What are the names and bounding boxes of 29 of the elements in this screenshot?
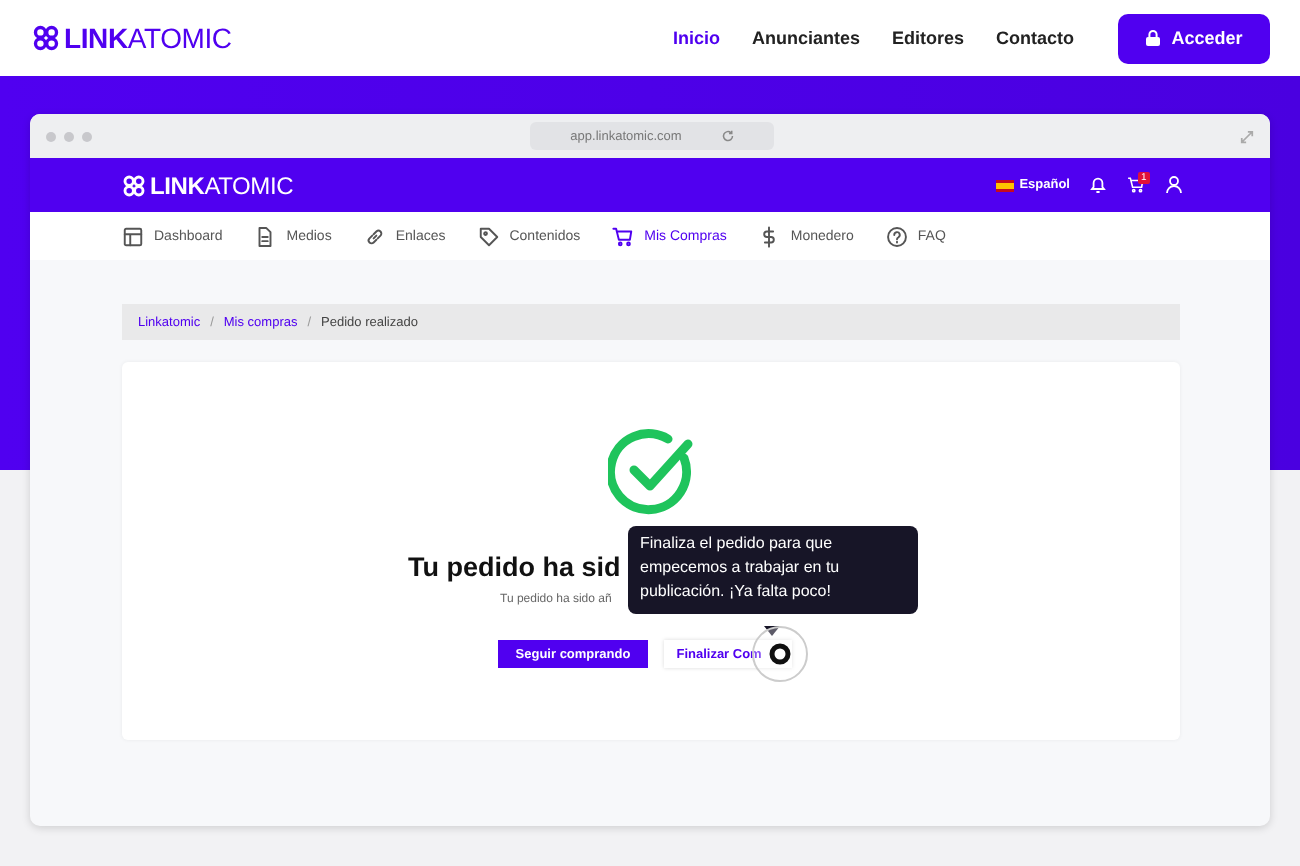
logo-icon: [32, 24, 60, 52]
confirmation-heading: Tu pedido ha sid: [408, 552, 621, 582]
check-circle-icon: [607, 428, 695, 516]
document-icon: [254, 225, 277, 247]
window-dot: [64, 131, 74, 141]
cart-icon: [612, 225, 635, 247]
tag-icon: [477, 225, 500, 247]
flag-icon: [995, 179, 1014, 191]
dollar-icon: [758, 225, 781, 247]
nav-link[interactable]: Editores: [891, 28, 964, 48]
tooltip-arrow: [764, 626, 780, 636]
window-dot: [82, 131, 92, 141]
link-icon: [363, 225, 386, 247]
login-button[interactable]: Acceder: [1118, 13, 1270, 63]
bell-icon[interactable]: [1090, 176, 1106, 194]
user-icon[interactable]: [1166, 176, 1182, 194]
dashboard-icon: [122, 225, 144, 247]
logo-text[interactable]: LINKATOMIC: [150, 171, 294, 199]
cart-icon[interactable]: [1126, 176, 1146, 194]
reload-icon[interactable]: [721, 130, 734, 142]
nav-link[interactable]: Inicio: [672, 28, 720, 48]
nav-link[interactable]: Contacto: [996, 28, 1074, 48]
logo-text[interactable]: LINKATOMIC: [64, 22, 232, 54]
window-dot: [46, 131, 56, 141]
lock-icon: [1145, 30, 1160, 46]
help-icon: [885, 225, 908, 247]
logo-icon: [122, 173, 146, 197]
nav-link[interactable]: Anunciantes: [751, 28, 860, 48]
tooltip: Finaliza el pedido para que empecemos a trabajar en tu publicación. ¡Ya falta poco!: [628, 526, 918, 614]
